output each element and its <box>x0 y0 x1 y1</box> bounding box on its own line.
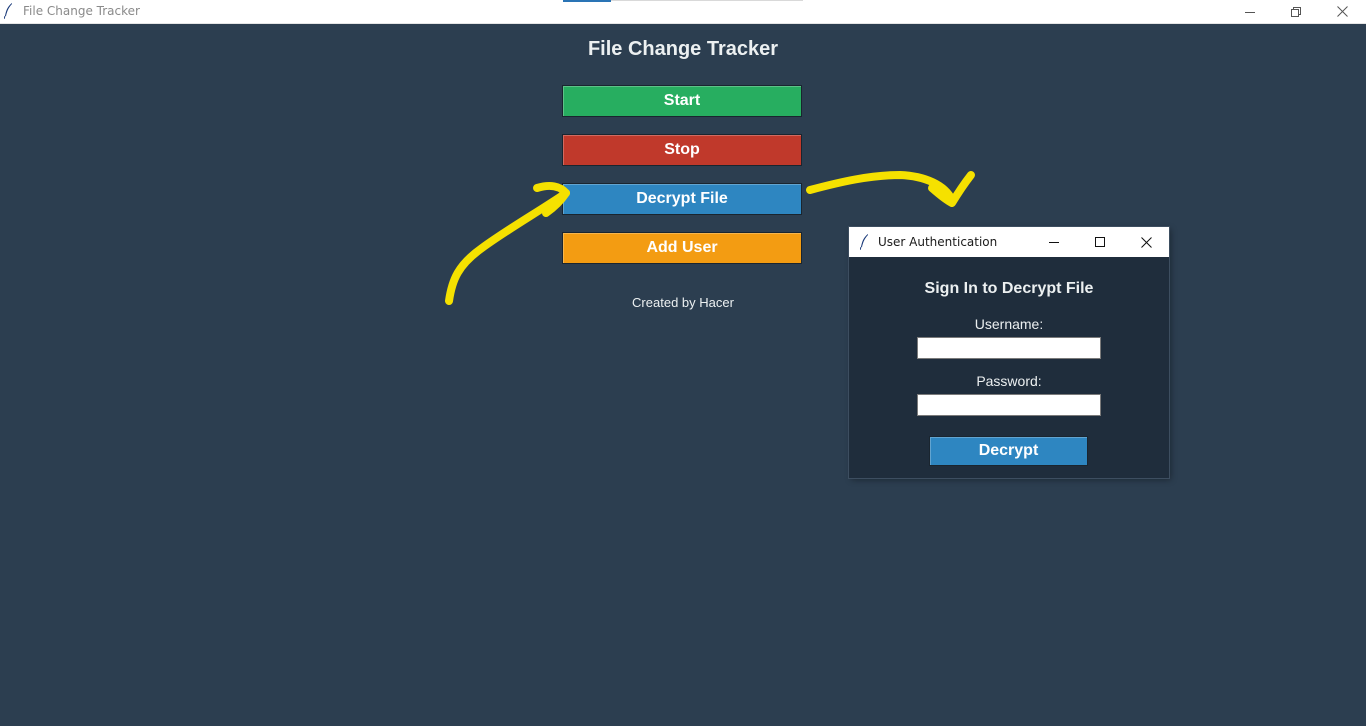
close-icon <box>1140 236 1152 248</box>
decrypt-file-button[interactable]: Decrypt File <box>562 183 802 215</box>
username-label: Username: <box>974 316 1044 332</box>
stop-button[interactable]: Stop <box>562 134 802 166</box>
start-button[interactable]: Start <box>562 85 802 117</box>
annotation-arrow-right <box>806 171 956 204</box>
page-title: File Change Tracker <box>587 38 779 60</box>
dialog-close-button[interactable] <box>1123 227 1169 257</box>
minimize-icon <box>1245 11 1255 13</box>
add-user-button[interactable]: Add User <box>562 232 802 264</box>
dialog-minimize-button[interactable] <box>1031 227 1077 257</box>
window-title: File Change Tracker <box>23 4 140 18</box>
dialog-titlebar: User Authentication <box>849 227 1169 257</box>
dialog-heading: Sign In to Decrypt File <box>924 280 1094 297</box>
maximize-icon <box>1095 237 1105 247</box>
password-label: Password: <box>976 373 1042 389</box>
minimize-icon <box>1049 242 1059 243</box>
window-titlebar: File Change Tracker <box>0 0 1366 24</box>
minimize-button[interactable] <box>1227 0 1273 23</box>
titlebar-divider <box>611 0 803 1</box>
restore-button[interactable] <box>1273 0 1319 23</box>
dialog-maximize-button[interactable] <box>1077 227 1123 257</box>
dialog-title: User Authentication <box>878 235 998 249</box>
close-icon <box>1336 6 1348 17</box>
auth-dialog: User Authentication Sign In to Decrypt F… <box>849 227 1169 478</box>
annotation-arrowhead-right <box>928 171 975 207</box>
close-button[interactable] <box>1319 0 1365 23</box>
titlebar-accent <box>563 0 611 2</box>
decrypt-button[interactable]: Decrypt <box>929 436 1088 466</box>
username-field[interactable] <box>917 337 1101 359</box>
annotation-arrow-up <box>445 189 570 305</box>
feather-icon <box>860 234 868 250</box>
restore-icon <box>1291 6 1301 17</box>
feather-icon <box>4 3 12 19</box>
password-field[interactable] <box>917 394 1101 416</box>
